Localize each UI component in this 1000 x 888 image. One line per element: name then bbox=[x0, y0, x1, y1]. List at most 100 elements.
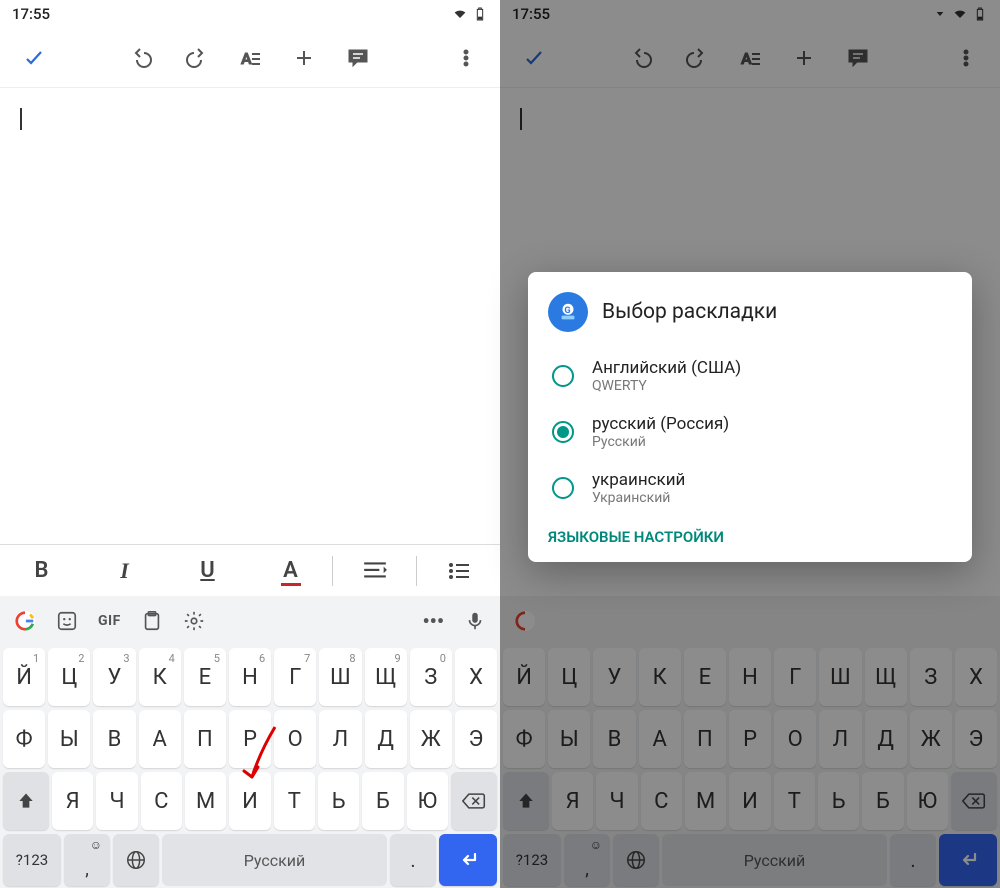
key[interactable]: М bbox=[685, 772, 726, 830]
sticker-icon[interactable] bbox=[48, 601, 86, 641]
key[interactable]: Т bbox=[274, 772, 315, 830]
key[interactable]: М bbox=[185, 772, 226, 830]
key[interactable]: Я bbox=[52, 772, 93, 830]
key[interactable]: Я bbox=[552, 772, 593, 830]
shift-key[interactable] bbox=[503, 772, 549, 830]
key[interactable]: Э bbox=[455, 710, 497, 768]
key[interactable]: Ы bbox=[548, 710, 590, 768]
key[interactable]: Ш8 bbox=[319, 648, 361, 706]
key[interactable]: Л bbox=[319, 710, 361, 768]
bold-button[interactable]: B bbox=[0, 545, 83, 596]
key[interactable]: У3 bbox=[93, 648, 135, 706]
key[interactable]: Е bbox=[684, 648, 726, 706]
key[interactable]: Е5 bbox=[184, 648, 226, 706]
format-button[interactable]: A bbox=[726, 34, 774, 82]
key[interactable]: К4 bbox=[139, 648, 181, 706]
key[interactable]: Ц2 bbox=[48, 648, 90, 706]
enter-key[interactable] bbox=[439, 834, 497, 886]
key[interactable]: Й bbox=[503, 648, 545, 706]
key[interactable]: О bbox=[774, 710, 816, 768]
key[interactable]: Ю bbox=[907, 772, 948, 830]
key[interactable]: П bbox=[684, 710, 726, 768]
key[interactable]: У bbox=[593, 648, 635, 706]
clipboard-icon[interactable] bbox=[133, 601, 171, 641]
key[interactable]: Р bbox=[229, 710, 271, 768]
key[interactable]: С bbox=[641, 772, 682, 830]
key[interactable]: Ж bbox=[910, 710, 952, 768]
symbols-key[interactable]: ?123 bbox=[3, 834, 61, 886]
key[interactable]: О bbox=[274, 710, 316, 768]
period-key[interactable]: . bbox=[390, 834, 436, 886]
key[interactable]: К bbox=[639, 648, 681, 706]
key[interactable]: Х bbox=[455, 648, 497, 706]
undo-button[interactable] bbox=[118, 34, 166, 82]
comment-button[interactable] bbox=[834, 34, 882, 82]
key[interactable]: Щ bbox=[865, 648, 907, 706]
key[interactable]: В bbox=[93, 710, 135, 768]
mic-icon[interactable] bbox=[456, 601, 494, 641]
key[interactable]: И bbox=[229, 772, 270, 830]
google-icon[interactable] bbox=[506, 601, 544, 641]
redo-button[interactable] bbox=[672, 34, 720, 82]
key[interactable]: Н bbox=[729, 648, 771, 706]
key[interactable]: П bbox=[184, 710, 226, 768]
key[interactable]: А bbox=[639, 710, 681, 768]
fontcolor-button[interactable]: A bbox=[249, 545, 332, 596]
layout-option[interactable]: русский (Россия) Русский bbox=[548, 404, 952, 460]
key[interactable]: Н6 bbox=[229, 648, 271, 706]
backspace-key[interactable] bbox=[451, 772, 497, 830]
key[interactable]: Э bbox=[955, 710, 997, 768]
key[interactable]: Ж bbox=[410, 710, 452, 768]
shift-key[interactable] bbox=[3, 772, 49, 830]
key[interactable]: Щ9 bbox=[365, 648, 407, 706]
key[interactable]: В bbox=[593, 710, 635, 768]
underline-button[interactable]: U bbox=[166, 545, 249, 596]
enter-key[interactable] bbox=[939, 834, 997, 886]
comment-button[interactable] bbox=[334, 34, 382, 82]
spacebar[interactable]: Русский bbox=[162, 834, 387, 886]
key[interactable]: Ь bbox=[318, 772, 359, 830]
overflow-button[interactable] bbox=[942, 34, 990, 82]
key[interactable]: Р bbox=[729, 710, 771, 768]
spacebar[interactable]: Русский bbox=[662, 834, 887, 886]
key[interactable]: Б bbox=[362, 772, 403, 830]
emoji-key[interactable]: ☺, bbox=[564, 834, 610, 886]
key[interactable]: Ц bbox=[548, 648, 590, 706]
layout-option[interactable]: украинский Украинский bbox=[548, 460, 952, 516]
language-settings-button[interactable]: ЯЗЫКОВЫЕ НАСТРОЙКИ bbox=[548, 528, 952, 546]
key[interactable]: Ф bbox=[3, 710, 45, 768]
emoji-key[interactable]: ☺ , bbox=[64, 834, 110, 886]
key[interactable]: Х bbox=[955, 648, 997, 706]
period-key[interactable]: . bbox=[890, 834, 936, 886]
key[interactable]: Ч bbox=[596, 772, 637, 830]
key[interactable]: Б bbox=[862, 772, 903, 830]
key[interactable]: Т bbox=[774, 772, 815, 830]
key[interactable]: Г bbox=[774, 648, 816, 706]
redo-button[interactable] bbox=[172, 34, 220, 82]
add-button[interactable] bbox=[780, 34, 828, 82]
key[interactable]: Й1 bbox=[3, 648, 45, 706]
format-button[interactable]: A bbox=[226, 34, 274, 82]
layout-option[interactable]: Английский (США) QWERTY bbox=[548, 348, 952, 404]
add-button[interactable] bbox=[280, 34, 328, 82]
key[interactable]: З bbox=[910, 648, 952, 706]
list-button[interactable] bbox=[417, 545, 500, 596]
key[interactable]: Д bbox=[365, 710, 407, 768]
undo-button[interactable] bbox=[618, 34, 666, 82]
google-icon[interactable] bbox=[6, 601, 44, 641]
key[interactable]: Ы bbox=[48, 710, 90, 768]
key[interactable]: С bbox=[141, 772, 182, 830]
globe-key[interactable] bbox=[613, 834, 659, 886]
more-button[interactable]: ••• bbox=[414, 601, 452, 641]
done-button[interactable] bbox=[510, 34, 558, 82]
align-button[interactable] bbox=[333, 545, 416, 596]
key[interactable]: Г7 bbox=[274, 648, 316, 706]
backspace-key[interactable] bbox=[951, 772, 997, 830]
done-button[interactable] bbox=[10, 34, 58, 82]
key[interactable]: Ю bbox=[407, 772, 448, 830]
italic-button[interactable]: I bbox=[83, 545, 166, 596]
gif-button[interactable]: GIF bbox=[90, 601, 129, 641]
globe-key[interactable] bbox=[113, 834, 159, 886]
settings-icon[interactable] bbox=[175, 601, 213, 641]
symbols-key[interactable]: ?123 bbox=[503, 834, 561, 886]
